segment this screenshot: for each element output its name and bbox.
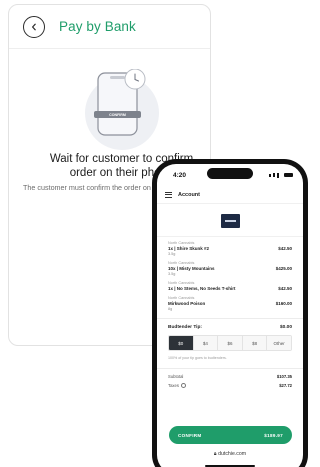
menu-icon[interactable] — [165, 191, 172, 198]
item-price: $42.50 — [278, 246, 292, 251]
subtotal-value: $107.35 — [276, 374, 292, 379]
tip-amount: $0.00 — [279, 325, 292, 330]
tip-section: Budtender Tip: $0.00 $0 $4 $6 $8 Other 1… — [157, 318, 303, 360]
tip-option-6[interactable]: $6 — [218, 336, 243, 350]
item-weight: 8g — [168, 307, 173, 311]
cart-item: North Cannabis 1x | Shire Skunk #2 $42.5… — [168, 241, 292, 256]
status-time: 4:20 — [173, 171, 187, 179]
confirm-button[interactable]: CONFIRM $189.97 — [169, 426, 292, 444]
item-price: $425.00 — [275, 266, 292, 271]
item-vendor: North Cannabis — [168, 281, 195, 285]
item-name: 1x | Shire Skunk #2 — [168, 246, 210, 251]
signal-icon — [269, 173, 271, 177]
item-price: $160.00 — [275, 301, 292, 306]
store-logo — [220, 214, 240, 228]
account-label[interactable]: Account — [178, 192, 200, 198]
subtotal-label: Subtotal — [168, 374, 184, 379]
store-logo-wrap — [157, 204, 303, 236]
item-vendor: North Cannabis — [168, 296, 195, 300]
order-totals: Subtotal $107.35 Taxes $27.72 — [157, 368, 303, 389]
item-line: 1x | No Stems, No Seeds T-shirt $42.50 — [168, 286, 292, 291]
cart-items: North Cannabis 1x | Shire Skunk #2 $42.5… — [157, 236, 303, 311]
phone-notch — [207, 168, 253, 179]
phone-confirm-illustration: CONFIRM — [85, 69, 159, 150]
chevron-left-icon — [32, 23, 36, 30]
customer-phone: 4:20 Account North Cannabis 1x | Shire S… — [152, 159, 308, 467]
tip-label: Budtender Tip: — [168, 325, 203, 330]
tip-option-4[interactable]: $4 — [193, 336, 219, 350]
illustration-confirm-label: CONFIRM — [109, 113, 126, 117]
taxes-value: $27.72 — [279, 383, 292, 389]
status-icons — [269, 172, 293, 178]
item-weight: 3.5g — [168, 272, 176, 276]
subtotal-row: Subtotal $107.35 — [168, 374, 292, 379]
cart-item: North Cannabis 1x | No Stems, No Seeds T… — [168, 281, 292, 291]
battery-icon — [284, 173, 293, 177]
item-name: Mirkwood Poison — [168, 301, 206, 306]
cart-item: North Cannabis 10x | Misty Mountains $42… — [168, 261, 292, 276]
browser-url-bar[interactable]: 🔒︎ dutchie.com — [157, 451, 303, 458]
cart-item: North Cannabis Mirkwood Poison $160.00 8… — [168, 296, 292, 311]
url-text: dutchie.com — [218, 451, 247, 457]
account-header: Account — [157, 186, 303, 204]
signal-bar — [277, 172, 279, 178]
info-icon[interactable] — [180, 383, 186, 389]
card-header: Pay by Bank — [9, 5, 210, 49]
tip-options: $0 $4 $6 $8 Other — [168, 335, 292, 351]
item-line: Mirkwood Poison $160.00 — [168, 301, 292, 306]
item-name: 10x | Misty Mountains — [168, 266, 215, 271]
tip-option-0[interactable]: $0 — [169, 336, 194, 350]
lock-icon: 🔒︎ — [213, 451, 217, 457]
item-name: 1x | No Stems, No Seeds T-shirt — [168, 286, 236, 291]
tip-option-other[interactable]: Other — [267, 336, 291, 350]
signal-bar — [273, 173, 275, 177]
item-weight: 3.5g — [168, 252, 176, 256]
item-price: $42.50 — [278, 286, 292, 291]
item-vendor: North Cannabis — [168, 241, 195, 245]
item-vendor: North Cannabis — [168, 261, 195, 265]
tip-option-8[interactable]: $8 — [242, 336, 268, 350]
tip-header: Budtender Tip: $0.00 — [168, 325, 292, 330]
page-title: Pay by Bank — [59, 19, 136, 34]
confirm-label: CONFIRM — [178, 432, 202, 438]
tip-note: 100% of your tip goes to budtenders. — [168, 356, 227, 360]
taxes-row: Taxes $27.72 — [168, 383, 292, 389]
item-line: 10x | Misty Mountains $425.00 — [168, 266, 292, 271]
item-line: 1x | Shire Skunk #2 $42.50 — [168, 246, 292, 251]
confirm-amount: $189.97 — [264, 432, 283, 438]
back-button[interactable] — [23, 15, 45, 38]
taxes-label: Taxes — [168, 383, 179, 388]
phone-screen: 4:20 Account North Cannabis 1x | Shire S… — [157, 164, 303, 467]
